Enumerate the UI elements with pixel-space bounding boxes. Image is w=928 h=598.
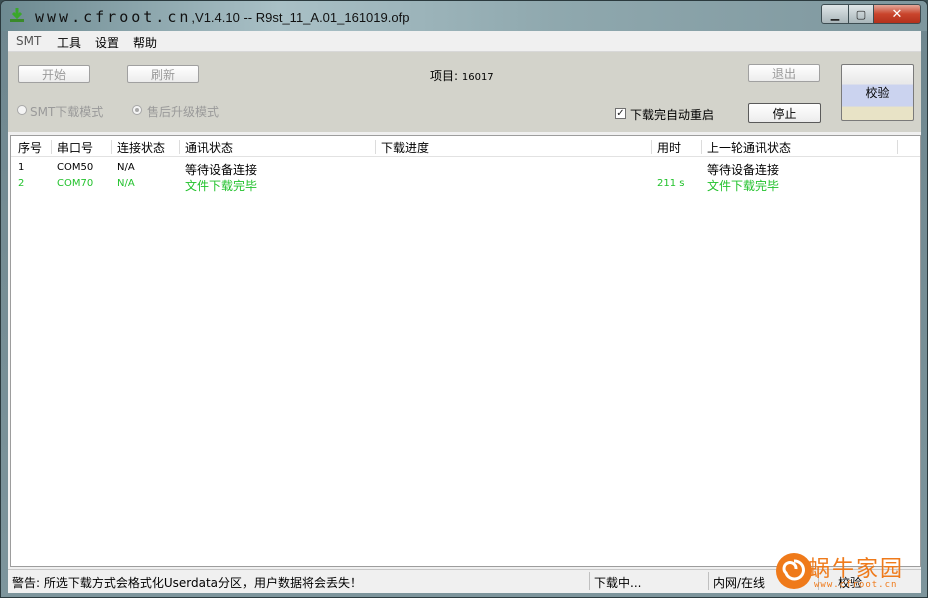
auto-restart-checkbox[interactable]: ✓ [615,108,626,119]
cell-comm: 文件下载完毕 [185,179,258,193]
menu-smt[interactable]: SMT [16,34,41,48]
after-sale-mode-radio[interactable] [132,105,142,115]
col-progress[interactable]: 下载进度 [381,139,429,156]
col-last-status[interactable]: 上一轮通讯状态 [707,139,791,156]
col-separator[interactable] [897,140,898,154]
maximize-button[interactable]: ▢ [849,4,874,24]
col-separator[interactable] [375,140,376,154]
table-row[interactable]: 2 COM70 N/A 文件下载完毕 211 s 文件下载完毕 [11,176,920,193]
title-site: www.cfroot.cn [35,8,192,26]
app-window: www.cfroot.cn,V1.4.10 -- R9st_11_A.01_16… [0,0,928,598]
status-separator [589,572,590,590]
stop-button[interactable]: 停止 [748,103,821,123]
client-area: SMT 工具 设置 帮助 开始 刷新 项目: 16017 退出 校验 SMT下载… [8,31,921,593]
close-button[interactable]: ✕ [874,4,921,24]
col-separator[interactable] [179,140,180,154]
col-comm-status[interactable]: 通讯状态 [185,139,233,156]
smt-mode-label: SMT下载模式 [30,105,104,119]
title-bar[interactable]: www.cfroot.cn,V1.4.10 -- R9st_11_A.01_16… [1,1,927,31]
cell-port: COM50 [57,162,94,173]
verify-button[interactable]: 校验 [841,64,914,121]
cell-conn: N/A [117,178,135,189]
menu-help[interactable]: 帮助 [133,34,157,51]
menu-tools[interactable]: 工具 [57,34,81,51]
status-network: 内网/在线 [713,576,766,590]
col-port[interactable]: 串口号 [57,139,93,156]
smt-mode-radio[interactable] [17,105,27,115]
toolbar: 开始 刷新 项目: 16017 退出 校验 SMT下载模式 售后升级模式 ✓ 下… [8,52,921,132]
col-index[interactable]: 序号 [18,139,42,156]
device-list[interactable]: 序号 串口号 连接状态 通讯状态 下载进度 用时 上一轮通讯状态 1 COM50… [10,135,921,567]
table-row[interactable]: 1 COM50 N/A 等待设备连接 等待设备连接 [11,160,920,177]
list-header: 序号 串口号 连接状态 通讯状态 下载进度 用时 上一轮通讯状态 [11,136,920,157]
status-separator [708,572,709,590]
title-rest: ,V1.4.10 -- R9st_11_A.01_161019.ofp [191,10,410,25]
cell-conn: N/A [117,162,135,173]
col-time[interactable]: 用时 [657,139,681,156]
after-sale-mode-label: 售后升级模式 [147,105,220,119]
status-download: 下载中... [594,576,642,590]
status-warning: 警告: 所选下载方式会格式化Userdata分区，用户数据将会丢失！ [12,576,363,590]
cell-time: 211 s [657,178,685,189]
project-value: 16017 [461,72,494,83]
menu-settings[interactable]: 设置 [95,34,119,51]
watermark-logo: 蜗牛家园 www.cfroot.cn [772,547,928,597]
cell-index: 1 [18,162,25,173]
col-separator[interactable] [651,140,652,154]
window-controls: ▁ ▢ ✕ [821,4,921,24]
auto-restart-label: 下载完自动重启 [630,108,715,122]
refresh-button[interactable]: 刷新 [127,65,199,83]
watermark-sub: www.cfroot.cn [814,580,898,590]
col-conn-status[interactable]: 连接状态 [117,139,165,156]
cell-port: COM70 [57,178,94,189]
menu-bar: SMT 工具 设置 帮助 [8,31,921,52]
window-title: www.cfroot.cn,V1.4.10 -- R9st_11_A.01_16… [35,8,409,26]
download-arrow-icon [10,8,24,22]
col-separator[interactable] [51,140,52,154]
cell-last: 文件下载完毕 [707,179,780,193]
minimize-button[interactable]: ▁ [821,4,849,24]
col-separator[interactable] [111,140,112,154]
col-separator[interactable] [701,140,702,154]
project-label-text: 项目: [430,69,462,83]
exit-button[interactable]: 退出 [748,64,820,82]
watermark-text: 蜗牛家园 [808,557,905,582]
project-label: 项目: 16017 [430,67,494,84]
start-button[interactable]: 开始 [18,65,90,83]
cell-index: 2 [18,178,25,189]
